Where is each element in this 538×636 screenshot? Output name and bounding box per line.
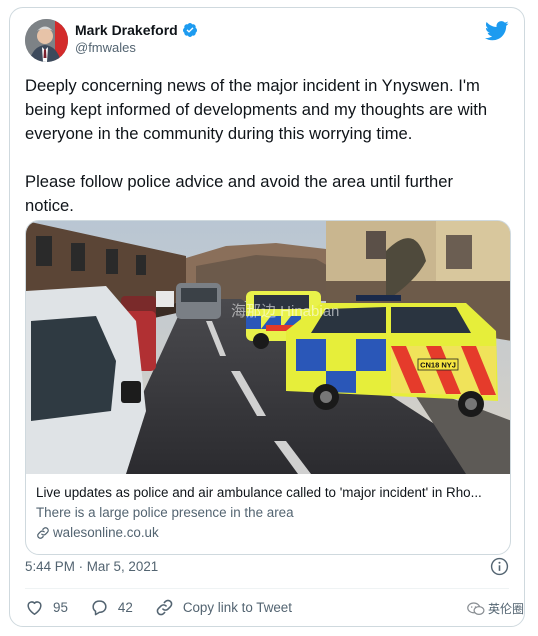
verified-badge-icon (182, 23, 197, 37)
tweet-paragraph: Please follow police advice and avoid th… (25, 172, 454, 215)
link-preview-meta[interactable]: Live updates as police and air ambulance… (36, 483, 500, 542)
watermark-text: 英伦圈 (487, 602, 524, 616)
link-title[interactable]: Live updates as police and air ambulance… (36, 483, 500, 502)
divider (25, 588, 509, 589)
link-icon (37, 526, 49, 539)
like-button[interactable]: 95 (25, 598, 68, 617)
author-block[interactable]: Mark Drakeford @fmwales (75, 22, 198, 55)
link-preview-card[interactable]: CN18 NYJ 海那边 Hinabian Live updates as po… (25, 220, 511, 555)
tweet-actions: 95 42 Copy link to Tweet (25, 596, 314, 618)
twitter-logo-icon[interactable] (485, 21, 509, 41)
wechat-icon (467, 601, 485, 615)
display-name[interactable]: Mark Drakeford (75, 22, 178, 38)
copy-link-label: Copy link to Tweet (182, 599, 292, 615)
link-icon (156, 599, 173, 615)
timestamp[interactable]: 5:44 PM · Mar 5, 2021 (25, 559, 158, 574)
author-handle[interactable]: @fmwales (75, 40, 198, 55)
like-count: 95 (53, 599, 68, 615)
license-plate: CN18 NYJ (420, 361, 456, 370)
source-watermark: 英伦圈 (467, 600, 524, 617)
link-domain-text: walesonline.co.uk (53, 525, 159, 540)
link-domain[interactable]: walesonline.co.uk (36, 523, 500, 542)
timestamp-row: 5:44 PM · Mar 5, 2021 (25, 556, 509, 578)
avatar-image (25, 19, 68, 62)
link-description: There is a large police presence in the … (36, 505, 294, 520)
heart-icon (27, 600, 42, 615)
tweet-body: Deeply concerning news of the major inci… (25, 74, 505, 218)
tweet-header: Mark Drakeford @fmwales (25, 19, 509, 63)
avatar[interactable] (25, 19, 68, 62)
reply-count: 42 (117, 599, 133, 615)
tweet-card: Mark Drakeford @fmwales Deeply concernin… (9, 7, 525, 627)
tweet-paragraph: Deeply concerning news of the major inci… (25, 76, 488, 143)
link-preview-image[interactable]: CN18 NYJ 海那边 Hinabian (26, 221, 511, 474)
image-watermark: 海那边 Hinabian (231, 303, 339, 320)
info-icon[interactable] (490, 557, 509, 576)
reply-icon (92, 599, 107, 615)
copy-link-button[interactable]: Copy link to Tweet (155, 598, 292, 617)
reply-button[interactable]: 42 (90, 598, 133, 617)
